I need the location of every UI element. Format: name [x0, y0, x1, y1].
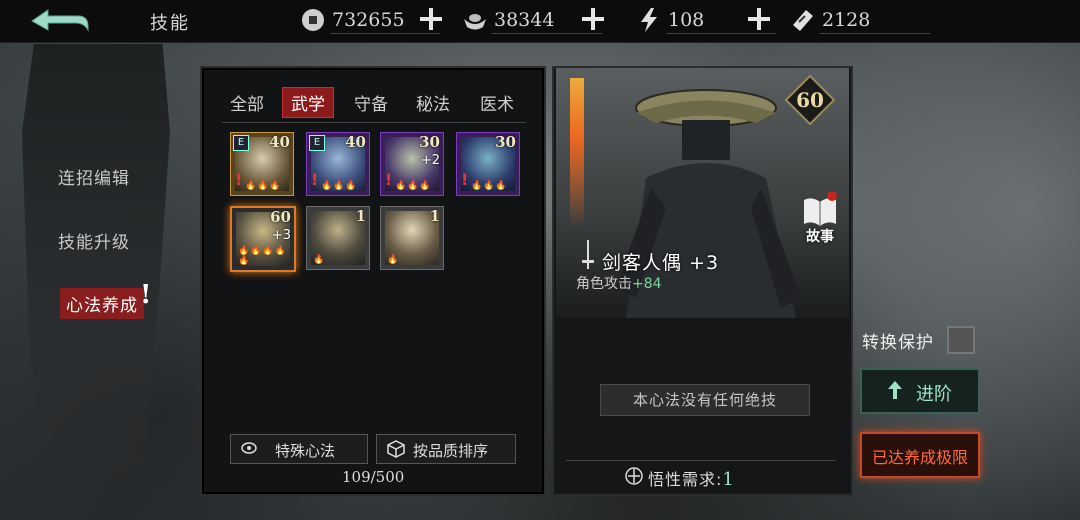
insight-value: 1 — [722, 469, 735, 490]
max-level-button[interactable]: 已达养成极限 — [860, 432, 980, 478]
alert-icon: ! — [235, 170, 243, 189]
add-coin-button[interactable] — [418, 6, 444, 32]
alert-icon: ! — [385, 170, 393, 189]
card-plus: +2 — [420, 153, 440, 168]
skill-card[interactable]: E 40 ! 🔥🔥🔥 — [306, 132, 370, 196]
resource-energy: 108 — [636, 5, 776, 35]
card-plus: +3 — [271, 228, 291, 243]
top-bar: 技能 732655 38344 108 2128 — [0, 0, 1080, 43]
card-level: 30 — [495, 133, 516, 151]
back-arrow-icon[interactable] — [28, 6, 90, 36]
tab-secret[interactable]: 秘法 — [416, 90, 450, 115]
sidebar-item-skill-upgrade[interactable]: 技能升级 — [58, 228, 130, 253]
level-number: 60 — [796, 88, 824, 112]
resource-silver: 38344 — [462, 5, 602, 35]
tab-martial[interactable]: 武学 — [282, 87, 334, 118]
stat-value: +84 — [632, 276, 662, 292]
advance-button[interactable]: 进阶 — [860, 368, 980, 414]
silver-ingot-icon — [464, 14, 486, 30]
alert-icon: ! — [461, 170, 469, 189]
stat-label: 角色攻击 — [576, 276, 632, 292]
resource-coin: 732655 — [300, 5, 480, 35]
card-level: 40 — [345, 133, 366, 151]
add-silver-button[interactable] — [580, 6, 606, 32]
arrow-up-icon — [888, 381, 902, 399]
skill-card[interactable]: 1 🔥 — [306, 206, 370, 270]
alert-icon: ! — [140, 280, 152, 310]
tab-all[interactable]: 全部 — [230, 90, 264, 115]
card-level: 1 — [355, 207, 366, 225]
flame-column — [570, 78, 584, 228]
skill-card[interactable]: 30 +2 ! 🔥🔥🔥 — [380, 132, 444, 196]
resource-silver-value: 38344 — [494, 9, 555, 31]
flame-rating: 🔥🔥🔥🔥🔥 — [238, 246, 287, 266]
insight-requirement: 悟性需求:1 — [648, 466, 735, 490]
card-level: 40 — [269, 133, 290, 151]
lightning-icon — [641, 8, 657, 32]
alert-icon: ! — [311, 170, 319, 189]
skill-card-selected[interactable]: 60 +3 🔥🔥🔥🔥🔥 — [230, 206, 296, 272]
sort-by-quality-label: 按品质排序 — [413, 442, 489, 460]
flame-rating: 🔥🔥🔥 — [321, 181, 358, 191]
tab-medicine[interactable]: 医术 — [480, 90, 514, 115]
page-title: 技能 — [150, 13, 190, 34]
eye-icon — [241, 442, 257, 454]
skill-name: 剑客人偶 +3 — [602, 252, 720, 274]
skill-detail-panel: 60 故事 剑客人偶 +3 角色攻击+84 本心法没有任何绝技 悟性需求:1 — [552, 66, 853, 496]
convert-protect-checkbox[interactable] — [947, 326, 975, 354]
flame-rating: 🔥 — [313, 255, 326, 265]
advance-label: 进阶 — [916, 384, 952, 405]
tab-defense[interactable]: 守备 — [354, 90, 388, 115]
equipped-badge: E — [233, 135, 249, 151]
special-method-button[interactable]: 特殊心法 — [230, 434, 368, 464]
cube-icon — [387, 440, 405, 458]
collection-count: 109/500 — [342, 468, 405, 486]
resource-ticket: 2128 — [790, 5, 940, 35]
card-level: 1 — [429, 207, 440, 225]
resource-energy-value: 108 — [668, 9, 705, 31]
card-level: 30 — [419, 133, 440, 151]
sword-icon — [582, 240, 594, 269]
sort-by-quality-button[interactable]: 按品质排序 — [376, 434, 516, 464]
skill-list-panel: 全部 武学 守备 秘法 医术 E 40 ! 🔥🔥🔥 E 40 ! 🔥🔥🔥 30 … — [200, 66, 546, 496]
max-level-label: 已达养成极限 — [872, 448, 969, 467]
flame-rating: 🔥🔥🔥 — [471, 181, 508, 191]
skill-stat: 角色攻击+84 — [576, 273, 662, 293]
sidebar-item-combo-edit[interactable]: 连招编辑 — [58, 164, 130, 189]
insight-icon — [625, 467, 643, 485]
skill-card[interactable]: 30 ! 🔥🔥🔥 — [456, 132, 520, 196]
flame-rating: 🔥 — [387, 255, 400, 265]
coin-icon — [302, 9, 324, 31]
no-ultimate-notice: 本心法没有任何绝技 — [600, 384, 810, 416]
add-energy-button[interactable] — [746, 6, 772, 32]
resource-coin-value: 732655 — [332, 9, 405, 31]
story-label[interactable]: 故事 — [806, 226, 834, 246]
level-badge: 60 — [784, 74, 836, 126]
skill-card[interactable]: E 40 ! 🔥🔥🔥 — [230, 132, 294, 196]
equipped-badge: E — [309, 135, 325, 151]
book-icon[interactable] — [802, 190, 838, 230]
ticket-icon — [793, 10, 813, 31]
resource-ticket-value: 2128 — [822, 9, 871, 31]
insight-label: 悟性需求: — [648, 470, 723, 489]
skill-card[interactable]: 1 🔥 — [380, 206, 444, 270]
flame-rating: 🔥🔥🔥 — [395, 181, 432, 191]
sidebar-item-mental-method[interactable]: 心法养成 — [60, 288, 144, 319]
card-level: 60 — [270, 208, 291, 226]
special-method-label: 特殊心法 — [275, 442, 336, 460]
convert-protect-label: 转换保护 — [862, 333, 934, 353]
flame-rating: 🔥🔥🔥 — [245, 181, 282, 191]
